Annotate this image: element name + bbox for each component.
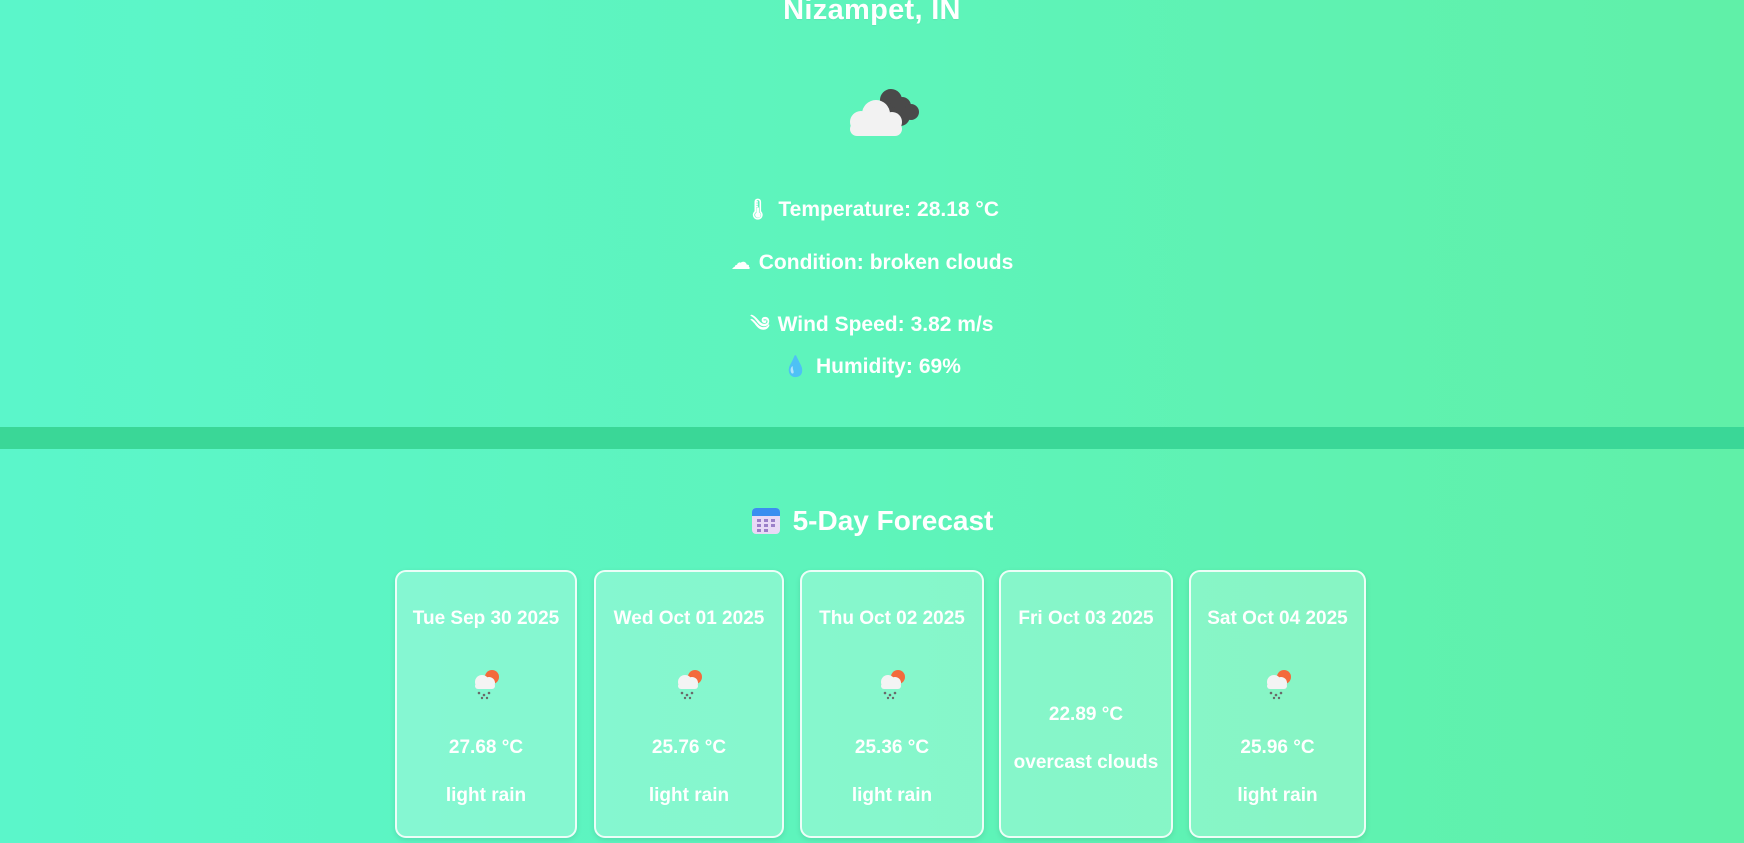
forecast-card: Sat Oct 04 2025 25.96 °C light rain xyxy=(1189,570,1366,838)
forecast-temp: 22.89 °C xyxy=(1048,704,1124,725)
humidity-stat: 💧 Humidity: 69% xyxy=(0,354,1744,379)
temperature-stat: 🌡 Temperature: 28.18 °C xyxy=(0,197,1744,222)
forecast-date: Fri Oct 03 2025 xyxy=(1018,608,1154,629)
broken-clouds-icon xyxy=(850,89,919,136)
condition-stat: ☁ Condition: broken clouds xyxy=(0,250,1744,275)
temperature-value: 28.18 °C xyxy=(917,198,999,221)
forecast-date: Tue Sep 30 2025 xyxy=(412,608,560,629)
wind-speed-value: 3.82 m/s xyxy=(910,313,994,336)
forecast-card: Thu Oct 02 2025 25.36 °C light rain xyxy=(800,570,984,838)
forecast-desc: overcast clouds xyxy=(1013,752,1159,773)
forecast-temp: 25.76 °C xyxy=(651,737,727,758)
forecast-date: Wed Oct 01 2025 xyxy=(613,608,765,629)
forecast-desc: light rain xyxy=(1237,785,1318,806)
condition-label: Condition: xyxy=(758,251,864,274)
forecast-card: Tue Sep 30 2025 27.68 °C light rain xyxy=(395,570,577,838)
forecast-heading: 5-Day Forecast xyxy=(0,505,1744,537)
wind-speed-label: Wind Speed: xyxy=(777,313,905,336)
forecast-card: Wed Oct 01 2025 25.76 °C light rain xyxy=(594,570,784,838)
wind-icon: ༄ xyxy=(750,314,770,336)
calendar-icon xyxy=(751,508,780,534)
forecast-temp: 25.36 °C xyxy=(854,737,930,758)
forecast-card: Fri Oct 03 2025 22.89 °C overcast clouds xyxy=(999,570,1173,838)
forecast-desc: light rain xyxy=(648,785,730,806)
rain-sun-icon xyxy=(678,670,702,700)
droplet-icon: 💧 xyxy=(783,356,809,378)
section-divider xyxy=(0,427,1744,449)
thermometer-icon: 🌡 xyxy=(745,199,771,221)
forecast-title: 5-Day Forecast xyxy=(792,505,994,536)
location-title: Nizampet, IN xyxy=(783,0,961,26)
temperature-label: Temperature: xyxy=(778,198,912,221)
forecast-desc: light rain xyxy=(445,785,527,806)
forecast-date: Sat Oct 04 2025 xyxy=(1207,608,1348,629)
wind-speed-stat: ༄ Wind Speed: 3.82 m/s xyxy=(0,302,1744,358)
forecast-date: Thu Oct 02 2025 xyxy=(819,608,965,629)
humidity-label: Humidity: xyxy=(816,355,913,378)
rain-sun-icon xyxy=(475,670,499,700)
rain-sun-icon xyxy=(881,670,905,700)
cloud-icon: ☁ xyxy=(730,252,751,274)
forecast-temp: 27.68 °C xyxy=(448,737,524,758)
humidity-value: 69% xyxy=(918,355,961,378)
rain-sun-icon xyxy=(1266,670,1291,700)
forecast-desc: light rain xyxy=(851,785,933,806)
forecast-temp: 25.96 °C xyxy=(1240,737,1315,758)
current-weather-section: Nizampet, IN 🌡 Temperature: 28.18 °C ☁ Cond… xyxy=(0,0,1744,427)
condition-value: broken clouds xyxy=(869,251,1014,274)
